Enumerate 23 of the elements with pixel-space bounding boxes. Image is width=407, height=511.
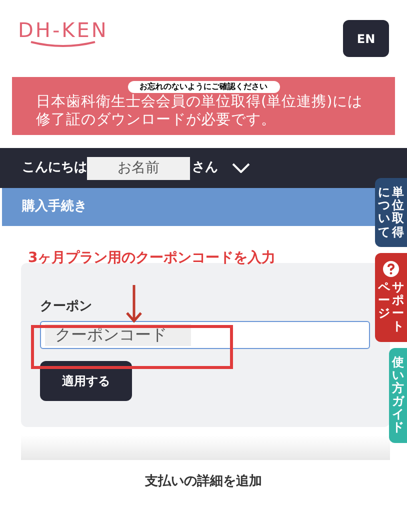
down-arrow-icon — [126, 285, 142, 323]
notice-badge: お忘れのないようにご確認ください — [128, 81, 280, 93]
side-tab[interactable]: について 単位取得 — [375, 178, 407, 247]
greeting-suffix: さん — [192, 159, 218, 178]
side-tab-label: 単位取得 — [392, 186, 404, 239]
language-button[interactable]: EN — [343, 20, 389, 57]
side-tab-label: 使い方ガイド — [392, 356, 404, 435]
coupon-field[interactable]: クーポンコード — [40, 320, 370, 348]
notice-message: 日本歯科衛生士会会員の単位取得(単位連携)には修了証のダウンロードが必要です。 — [35, 93, 364, 129]
chevron-down-icon[interactable] — [232, 163, 250, 173]
logo[interactable]: DH-KEN — [18, 20, 108, 48]
side-tab-label: サポート — [392, 280, 404, 334]
side-tab-label: について — [378, 186, 390, 239]
user-name: お名前 — [87, 156, 190, 180]
coupon-label: クーポン — [40, 298, 92, 316]
apply-button[interactable]: 適用する — [40, 360, 132, 400]
section-title: 購入手続き — [22, 198, 87, 216]
side-tab[interactable]: ページ サポート — [375, 252, 407, 342]
annotation-text: 3ヶ月プラン用のクーポンコードを入力 — [28, 249, 276, 268]
greeting: こんにちは — [22, 159, 87, 178]
side-tab-label: ページ — [378, 280, 390, 322]
help-icon — [383, 260, 399, 277]
payment-details-heading: 支払いの詳細を追加 — [145, 473, 262, 491]
